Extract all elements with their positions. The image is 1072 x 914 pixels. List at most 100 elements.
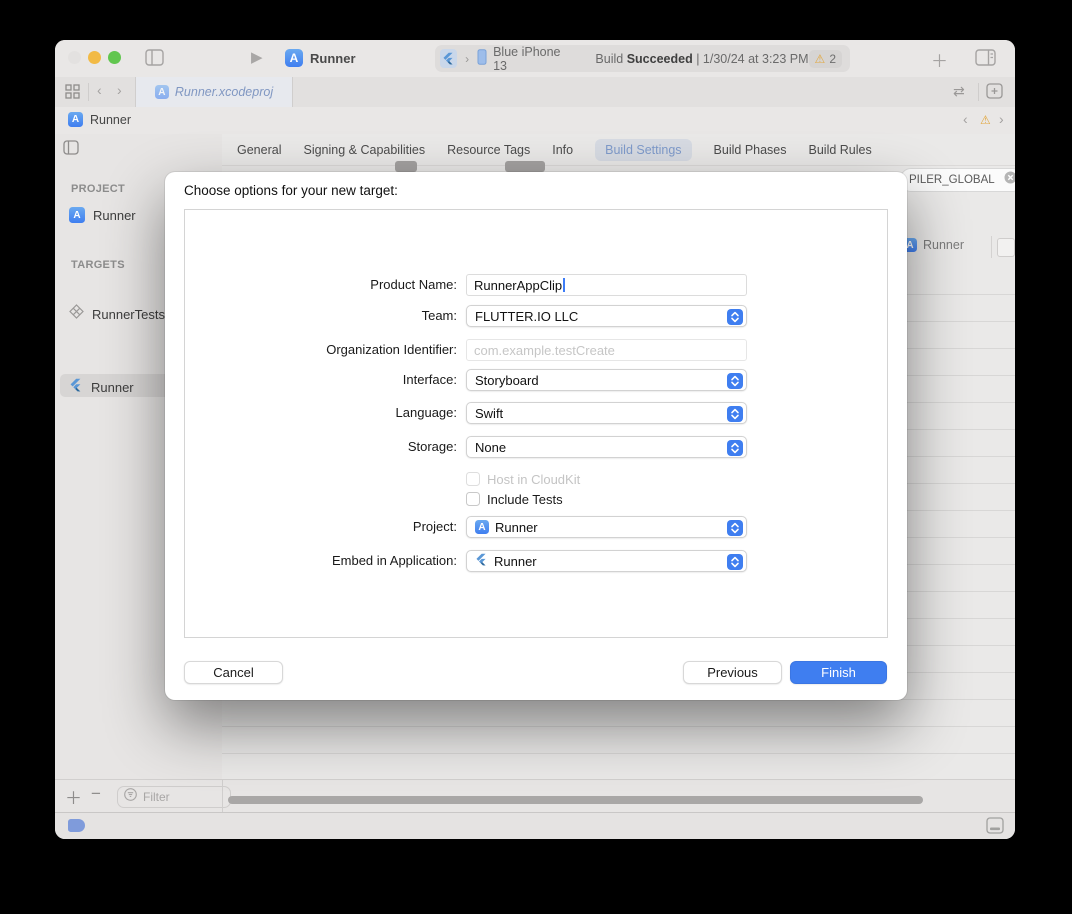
- storage-popup[interactable]: None: [466, 436, 747, 458]
- interface-popup[interactable]: Storyboard: [466, 369, 747, 391]
- flutter-icon: [475, 553, 488, 569]
- swap-editor-icon[interactable]: ⇄: [953, 83, 965, 100]
- app-store-icon: A: [285, 49, 303, 67]
- organization-identifier-label: Organization Identifier:: [205, 342, 457, 357]
- product-name-input[interactable]: RunnerAppClip: [466, 274, 747, 296]
- add-target-button[interactable]: ＋: [65, 784, 82, 809]
- run-button[interactable]: ▶: [251, 48, 263, 66]
- scheme-bar: › Blue iPhone 13 Build Succeeded | 1/30/…: [435, 45, 850, 72]
- zoom-window-button[interactable]: [108, 51, 121, 64]
- previous-issue-icon[interactable]: ‹: [963, 111, 968, 127]
- add-editor-icon[interactable]: [986, 83, 1003, 104]
- popup-stepper-icon: [727, 554, 743, 570]
- embed-in-application-label: Embed in Application:: [205, 553, 457, 568]
- warning-badge[interactable]: ⚠ 2: [809, 50, 842, 68]
- divider: [222, 165, 1015, 166]
- include-tests-label: Include Tests: [487, 492, 563, 507]
- build-settings-filter-field[interactable]: PILER_GLOBAL: [900, 168, 1015, 192]
- status-bar: [55, 812, 1015, 839]
- app-store-icon: A: [475, 520, 489, 534]
- test-bundle-icon: [69, 304, 84, 324]
- toolbar: ▶ A Runner › Blue iPhone 13 Build Succee…: [55, 40, 1015, 78]
- levels-button-fragment: [997, 238, 1015, 257]
- outline-toggle-icon[interactable]: [63, 140, 79, 160]
- popup-stepper-icon: [727, 309, 743, 325]
- project-section-header: PROJECT: [71, 183, 125, 195]
- toggle-navigator-icon[interactable]: [145, 49, 164, 71]
- editor-tab-bar: ‹ › A Runner.xcodeproj ⇄: [55, 77, 1015, 108]
- toggle-inspector-icon[interactable]: [975, 49, 996, 71]
- minimize-window-button[interactable]: [88, 51, 101, 64]
- tab-info[interactable]: Info: [552, 143, 573, 157]
- tab-runner-xcodeproj[interactable]: A Runner.xcodeproj: [135, 77, 293, 107]
- finish-button[interactable]: Finish: [790, 661, 887, 684]
- flutter-icon: [69, 378, 83, 397]
- project-label: Project:: [205, 519, 457, 534]
- language-popup[interactable]: Swift: [466, 402, 747, 424]
- tab-signing-capabilities[interactable]: Signing & Capabilities: [303, 143, 425, 157]
- popup-stepper-icon: [727, 440, 743, 456]
- organization-identifier-input[interactable]: com.example.testCreate: [466, 339, 747, 361]
- embed-in-application-popup[interactable]: Runner: [466, 550, 747, 572]
- text-cursor: [563, 278, 565, 292]
- project-popup[interactable]: A Runner: [466, 516, 747, 538]
- warning-icon[interactable]: ⚠: [980, 113, 991, 127]
- new-target-options-dialog: Choose options for your new target: Prod…: [165, 172, 907, 700]
- previous-button[interactable]: Previous: [683, 661, 782, 684]
- filter-input[interactable]: [141, 789, 209, 805]
- include-tests-checkbox[interactable]: [466, 492, 480, 506]
- language-label: Language:: [205, 405, 457, 420]
- popup-stepper-icon: [727, 520, 743, 536]
- popup-stepper-icon: [727, 406, 743, 422]
- product-name-label: Product Name:: [205, 277, 457, 292]
- iphone-icon[interactable]: [477, 49, 487, 68]
- tab-resource-tags[interactable]: Resource Tags: [447, 143, 530, 157]
- tab-general[interactable]: General: [237, 143, 281, 157]
- team-popup[interactable]: FLUTTER.IO LLC: [466, 305, 747, 327]
- warning-count: 2: [829, 52, 836, 66]
- horizontal-scrollbar[interactable]: [228, 796, 923, 804]
- tab-build-phases[interactable]: Build Phases: [714, 143, 787, 157]
- sidebar-item-project-runner[interactable]: A Runner: [69, 207, 136, 223]
- popup-stepper-icon: [727, 373, 743, 389]
- window-title: A Runner: [285, 49, 356, 67]
- activity-status[interactable]: Build Succeeded | 1/30/24 at 3:23 PM: [595, 52, 808, 66]
- next-issue-icon[interactable]: ›: [999, 111, 1004, 127]
- run-destination-label[interactable]: Blue iPhone 13: [493, 45, 569, 73]
- related-items-grid-icon[interactable]: [65, 84, 80, 104]
- divider: [222, 780, 223, 813]
- filter-funnel-icon: [124, 788, 137, 806]
- team-label: Team:: [205, 308, 457, 323]
- filter-token: PILER_GLOBAL: [909, 174, 1004, 186]
- targets-section-header: TARGETS: [71, 259, 125, 271]
- chevron-right-icon: ›: [465, 52, 469, 66]
- warning-icon: ⚠: [815, 52, 826, 66]
- clear-filter-icon[interactable]: [1004, 171, 1015, 189]
- tab-build-settings[interactable]: Build Settings: [595, 139, 691, 161]
- back-icon[interactable]: ‹: [97, 82, 102, 98]
- add-library-button[interactable]: ＋: [931, 47, 948, 72]
- storage-label: Storage:: [205, 439, 457, 454]
- cancel-button[interactable]: Cancel: [184, 661, 283, 684]
- divider: [88, 83, 89, 101]
- flutter-icon[interactable]: [440, 49, 457, 68]
- host-in-cloudkit-checkbox: [466, 472, 480, 486]
- tab-build-rules[interactable]: Build Rules: [809, 143, 872, 157]
- app-store-icon: A: [69, 207, 85, 223]
- interface-label: Interface:: [205, 372, 457, 387]
- segmented-control-fragment: [505, 161, 545, 172]
- toggle-debug-area-icon[interactable]: [986, 817, 1004, 839]
- forward-icon[interactable]: ›: [117, 82, 122, 98]
- divider: [991, 236, 992, 258]
- target-selector-popup[interactable]: A Runner: [903, 238, 964, 252]
- window-title-label: Runner: [310, 51, 356, 66]
- breakpoint-indicator-icon[interactable]: [68, 819, 85, 832]
- remove-target-button[interactable]: −: [91, 784, 101, 804]
- sidebar-filter-field[interactable]: [117, 786, 231, 808]
- close-window-button[interactable]: [68, 51, 81, 64]
- host-in-cloudkit-label: Host in CloudKit: [487, 472, 580, 487]
- settings-tab-strip: General Signing & Capabilities Resource …: [237, 134, 872, 165]
- breadcrumb-item[interactable]: Runner: [90, 113, 131, 127]
- sidebar-item-target-runnertests[interactable]: RunnerTests: [69, 304, 165, 324]
- breadcrumb: A Runner ‹ ⚠ ›: [55, 107, 1015, 135]
